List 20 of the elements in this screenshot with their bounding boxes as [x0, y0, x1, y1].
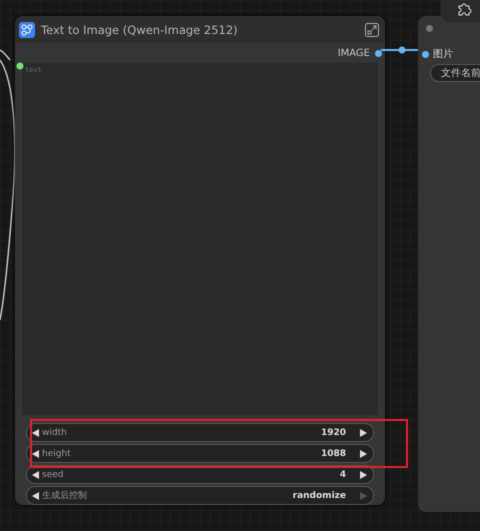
node-title: Text to Image (Qwen-Image 2512): [41, 22, 239, 37]
decrement-icon[interactable]: [32, 428, 39, 436]
input-label: 图片: [433, 48, 453, 61]
number-widget[interactable]: width 1920: [26, 423, 374, 442]
status-dot: [426, 24, 433, 32]
output-slot[interactable]: [375, 50, 382, 57]
decrement-icon[interactable]: [32, 470, 39, 478]
puzzle-icon: [457, 1, 473, 17]
number-widget[interactable]: seed 4: [26, 465, 374, 484]
number-widget[interactable]: height 1088: [26, 444, 374, 463]
decrement-icon[interactable]: [32, 492, 39, 500]
input-slot[interactable]: [422, 50, 429, 58]
increment-icon[interactable]: [360, 428, 367, 436]
increment-icon[interactable]: [360, 470, 367, 478]
input-dot[interactable]: [16, 62, 24, 70]
workflow-icon: [19, 22, 35, 38]
decrement-icon[interactable]: [32, 450, 39, 458]
output-label: IMAGE: [338, 48, 370, 59]
expand-icon[interactable]: [365, 22, 379, 37]
increment-icon[interactable]: [360, 450, 367, 458]
